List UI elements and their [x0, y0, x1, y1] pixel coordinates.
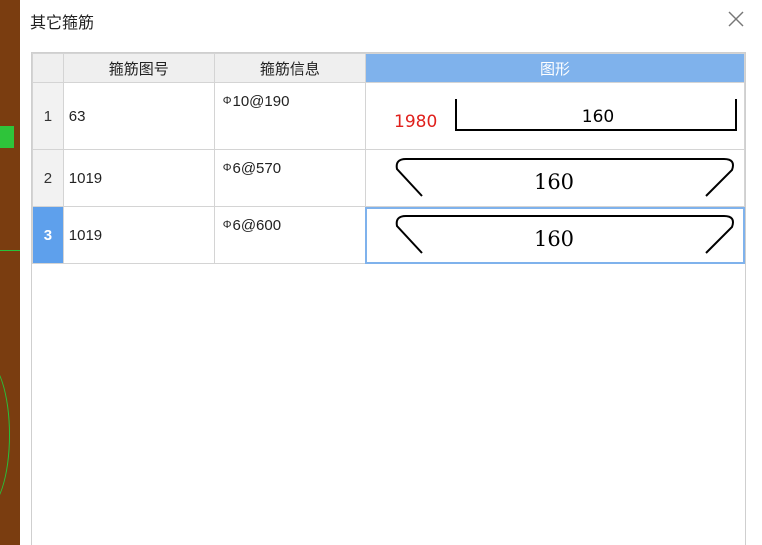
stirrup-code-cell[interactable]: 63 [62, 82, 215, 150]
stirrup-shape-cell[interactable]: 160 [364, 149, 746, 207]
stirrup-table: 箍筋图号 箍筋信息 图形 1 63 Φ10@190 1980 160 2 101… [31, 52, 746, 545]
stirrup-shape-bent: 160 [395, 158, 734, 197]
shape-dimension-label: 160 [534, 170, 574, 194]
steel-grade-symbol: Φ [222, 162, 232, 174]
close-icon[interactable] [725, 8, 747, 30]
shape-length-label: 1980 [394, 112, 437, 132]
table-row[interactable]: 2 1019 Φ6@570 160 [32, 149, 746, 207]
column-header-info[interactable]: 箍筋信息 [213, 53, 366, 83]
other-stirrups-dialog: 其它箍筋 箍筋图号 箍筋信息 图形 1 63 Φ10@190 1980 160 … [20, 0, 762, 545]
stirrup-grid: 箍筋图号 箍筋信息 图形 1 63 Φ10@190 1980 160 2 101… [32, 53, 746, 264]
column-header-index [32, 53, 64, 83]
background-green-mark [0, 126, 14, 148]
background-green-arc [0, 360, 10, 510]
stirrup-shape-cell[interactable]: 160 [364, 206, 746, 264]
table-header-row: 箍筋图号 箍筋信息 图形 [32, 53, 746, 83]
steel-grade-symbol: Φ [222, 219, 232, 231]
stirrup-info-cell[interactable]: Φ10@190 [213, 82, 366, 150]
stirrup-shape-bent: 160 [395, 215, 734, 254]
column-header-shape[interactable]: 图形 [364, 53, 746, 83]
row-index[interactable]: 1 [32, 82, 64, 150]
shape-dimension-label: 160 [534, 227, 574, 251]
background-app-strip [0, 0, 20, 545]
table-row[interactable]: 1 63 Φ10@190 1980 160 [32, 82, 746, 150]
stirrup-info-text: 6@600 [232, 217, 282, 234]
stirrup-shape-cell[interactable]: 1980 160 [364, 82, 746, 150]
stirrup-info-cell[interactable]: Φ6@600 [213, 206, 366, 264]
stirrup-code-cell[interactable]: 1019 [62, 149, 215, 207]
steel-grade-symbol: Φ [222, 95, 232, 107]
stirrup-info-cell[interactable]: Φ6@570 [213, 149, 366, 207]
stirrup-code-cell[interactable]: 1019 [62, 206, 215, 264]
stirrup-info-text: 6@570 [232, 160, 282, 177]
row-index[interactable]: 3 [32, 206, 64, 264]
column-header-code[interactable]: 箍筋图号 [62, 53, 215, 83]
dialog-title: 其它箍筋 [30, 13, 95, 32]
stirrup-shape-straight: 1980 160 [394, 99, 737, 132]
row-index[interactable]: 2 [32, 149, 64, 207]
background-green-line [0, 250, 20, 251]
stirrup-info-text: 10@190 [232, 93, 290, 110]
shape-dimension-label: 160 [582, 107, 614, 127]
table-row[interactable]: 3 1019 Φ6@600 160 [32, 206, 746, 264]
